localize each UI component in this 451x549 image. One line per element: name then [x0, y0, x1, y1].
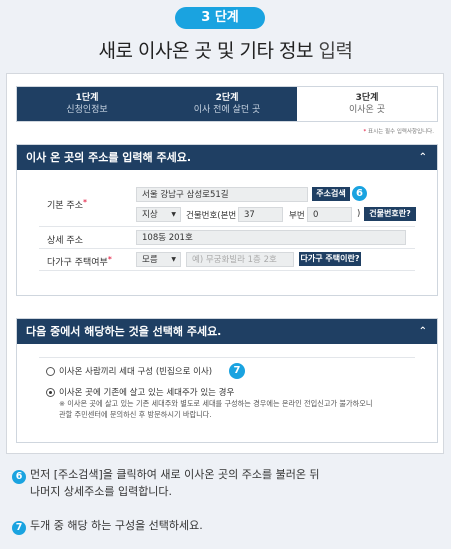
detail-address-row: 상세 주소 108동 201호	[39, 227, 415, 249]
tab-step-3[interactable]: 3단계 이사온 곳	[297, 87, 437, 121]
marker-6: 6	[352, 186, 367, 201]
tab-sub: 신청인정보	[66, 105, 108, 115]
chevron-up-icon[interactable]: ⌃	[419, 319, 427, 344]
tab-sub: 이사온 곳	[349, 105, 385, 115]
option-note-line-1: ※ 이사온 곳에 살고 있는 기존 세대주와 별도로 세대를 구성하는 경우에는…	[59, 399, 373, 408]
guide-7-line: 두개 중 해당 하는 구성을 선택하세요.	[30, 519, 203, 532]
basic-address-row: 기본 주소* 서울 강남구 삼성로51길 주소검색 6 지상 ▼ 건물번호(본번…	[39, 182, 416, 227]
building-no-label: 건물번호(본번	[186, 211, 237, 221]
multi-house-label-text: 다가구 주택여부	[47, 258, 108, 268]
option-label-2[interactable]: 이사온 곳에 기존에 살고 있는 세대주가 있는 경우	[59, 386, 234, 398]
option-note-line-2: 관할 주민센터에 문의하신 후 방문하시기 바랍니다.	[59, 410, 212, 419]
required-note-text: 표시는 필수 입력사항입니다.	[366, 129, 434, 135]
marker-6: 6	[12, 470, 26, 484]
marker-7: 7	[229, 363, 245, 379]
sub-no-label: 부번	[289, 211, 305, 221]
guide-6: 6 먼저 [주소검색]을 클릭하여 새로 이사온 곳의 주소를 불러온 뒤 나머지…	[12, 467, 320, 500]
building-no-input[interactable]: 37	[238, 207, 283, 222]
multi-house-detail-input[interactable]: 예) 무궁화빌라 1층 2호	[186, 252, 294, 267]
tab-label: 2단계	[215, 93, 239, 103]
land-type-value: 지상	[142, 210, 158, 220]
choice-panel-title: 다음 중에서 해당하는 것을 선택해 주세요.	[26, 325, 222, 338]
multi-house-label: 다가구 주택여부*	[47, 255, 112, 268]
basic-address-label-text: 기본 주소	[47, 201, 83, 211]
step-badge: 3 단계	[175, 7, 265, 29]
required-star: *	[82, 198, 87, 207]
tab-step-2[interactable]: 2단계 이사 전에 살던 곳	[157, 87, 297, 121]
caret-down-icon: ▼	[171, 211, 176, 218]
tab-label: 3단계	[355, 93, 379, 103]
guide-7: 7 두개 중 해당 하는 구성을 선택하세요.	[12, 518, 203, 535]
basic-address-input[interactable]: 서울 강남구 삼성로51길	[136, 187, 308, 202]
page-title-light: 입력	[318, 40, 353, 62]
guide-6-line-1: 먼저 [주소검색]을 클릭하여 새로 이사온 곳의 주소를 불러온 뒤	[30, 468, 320, 481]
option-radio-1[interactable]	[46, 367, 55, 376]
tab-step-1[interactable]: 1단계 신청인정보	[17, 87, 157, 121]
required-star: *	[107, 255, 112, 264]
address-search-button[interactable]: 주소검색	[312, 187, 350, 201]
step-tabs: 1단계 신청인정보 2단계 이사 전에 살던 곳 3단계 이사온 곳	[16, 86, 438, 122]
multi-house-value: 모름	[142, 255, 158, 265]
marker-7: 7	[12, 521, 26, 535]
caret-down-icon: ▼	[171, 256, 176, 263]
multi-house-row: 다가구 주택여부* 모름 ▼ 예) 무궁화빌라 1층 2호 다가구 주택이란?	[39, 249, 415, 271]
land-type-select[interactable]: 지상 ▼	[136, 207, 181, 222]
option-label-1[interactable]: 이사온 사람끼리 세대 구성 (빈집으로 이사)	[59, 365, 212, 377]
chevron-up-icon[interactable]: ⌃	[419, 145, 427, 170]
multi-house-help-button[interactable]: 다가구 주택이란?	[299, 252, 361, 266]
divider	[39, 357, 415, 358]
page-title: 새로 이사온 곳 및 기타 정보 입력	[0, 36, 451, 63]
detail-address-input[interactable]: 108동 201호	[136, 230, 406, 245]
address-panel: 이사 온 곳의 주소를 입력해 주세요. ⌃ 기본 주소* 서울 강남구 삼성로…	[16, 144, 438, 296]
tab-label: 1단계	[75, 93, 99, 103]
address-panel-header[interactable]: 이사 온 곳의 주소를 입력해 주세요. ⌃	[17, 145, 437, 170]
address-panel-title: 이사 온 곳의 주소를 입력해 주세요.	[26, 151, 192, 164]
form-frame: 1단계 신청인정보 2단계 이사 전에 살던 곳 3단계 이사온 곳 * 표시는…	[6, 73, 444, 454]
tab-sub: 이사 전에 살던 곳	[193, 105, 261, 115]
required-note: * 표시는 필수 입력사항입니다.	[364, 127, 434, 135]
sub-no-input[interactable]: 0	[307, 207, 352, 222]
paren-close: )	[357, 209, 361, 219]
choice-panel-header[interactable]: 다음 중에서 해당하는 것을 선택해 주세요. ⌃	[17, 319, 437, 344]
multi-house-select[interactable]: 모름 ▼	[136, 252, 181, 267]
option-note: ※ 이사온 곳에 살고 있는 기존 세대주와 별도로 세대를 구성하는 경우에는…	[59, 398, 419, 420]
building-no-help-button[interactable]: 건물번호란?	[364, 207, 416, 221]
option-radio-2[interactable]	[46, 388, 55, 397]
guide-6-line-2: 나머지 상세주소를 입력합니다.	[30, 485, 173, 498]
choice-panel: 다음 중에서 해당하는 것을 선택해 주세요. ⌃ 이사온 사람끼리 세대 구성…	[16, 318, 438, 443]
page-title-main: 새로 이사온 곳 및 기타 정보	[98, 40, 319, 62]
detail-address-label: 상세 주소	[47, 236, 83, 246]
basic-address-label: 기본 주소*	[47, 198, 87, 211]
